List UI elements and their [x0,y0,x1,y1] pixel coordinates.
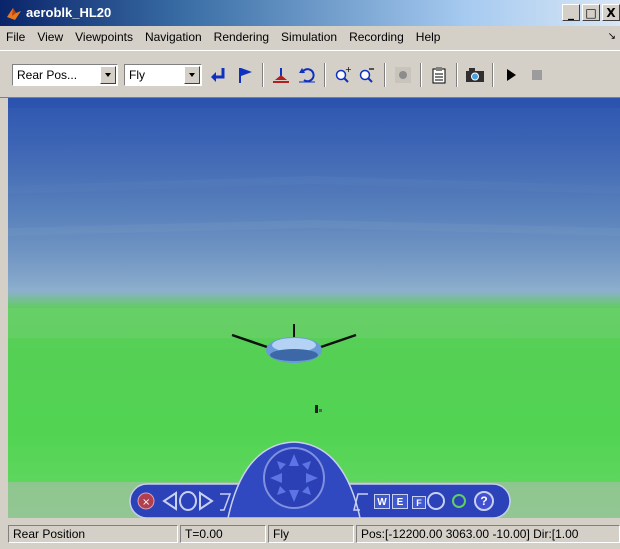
toolbar-separator [324,63,326,87]
record-icon [395,67,411,83]
menu-rendering[interactable]: Rendering [208,30,275,44]
straighten-up-icon [273,68,289,83]
vr-viewer-window: aeroblk_HL20 _ □ X File View Viewpoints … [0,0,620,549]
viewpoint-select[interactable]: Rear Pos... [12,64,118,86]
menu-viewpoints[interactable]: Viewpoints [69,30,139,44]
viewpoints-icon[interactable] [428,493,444,509]
straighten-up-button[interactable] [270,64,292,86]
chevron-down-icon[interactable] [184,66,200,84]
status-viewpoint: Rear Position [8,525,178,543]
zoom-out-icon [359,68,374,83]
toolbar-separator [456,63,458,87]
turn-left-icon[interactable] [162,492,178,510]
return-arrow-icon [211,68,225,82]
capture-frame-button[interactable] [464,64,486,86]
menu-bar: File View Viewpoints Navigation Renderin… [0,27,620,47]
title-bar[interactable]: aeroblk_HL20 _ □ X [0,0,620,26]
window-title: aeroblk_HL20 [26,5,112,20]
menu-file[interactable]: File [0,30,31,44]
close-button[interactable]: X [602,4,620,21]
toolbar-separator [262,63,264,87]
record-button[interactable] [392,64,414,86]
menu-navigation[interactable]: Navigation [139,30,208,44]
status-mode: Fly [268,525,354,543]
chevron-down-icon[interactable] [100,66,116,84]
status-position: Pos:[-12200.00 3063.00 -10.00] Dir:[1.00 [356,525,620,543]
slide-icon[interactable] [180,492,196,510]
close-navpanel-icon[interactable] [138,493,154,509]
menu-help[interactable]: Help [410,30,447,44]
toolbar-separator [384,63,386,87]
clipboard-icon [432,67,446,84]
status-time: T=0.00 [180,525,266,543]
menu-view[interactable]: View [31,30,69,44]
menu-recording[interactable]: Recording [343,30,410,44]
return-to-viewpoint-button[interactable] [208,64,230,86]
minimize-button[interactable]: _ [562,4,580,21]
zoom-in-button[interactable]: + [332,64,354,86]
menu-simulation[interactable]: Simulation [275,30,343,44]
navigation-mode-select[interactable]: Fly [124,64,202,86]
status-bar: Rear Position T=0.00 Fly Pos:[-12200.00 … [0,523,620,545]
flag-icon [239,68,252,83]
zoom-in-icon: + [335,66,352,83]
3d-viewport[interactable]: × W E F ? [8,98,620,518]
camera-icon [466,68,484,82]
play-icon [507,69,516,81]
stop-simulation-button[interactable] [526,64,548,86]
zoom-out-button[interactable] [356,64,378,86]
toolbar-separator [420,63,422,87]
toolbar-dock-arrow-icon[interactable]: ↘ [608,31,616,42]
viewpoint-select-value: Rear Pos... [17,68,78,82]
headlight-icon[interactable] [451,493,467,509]
go-to-default-viewpoint-button[interactable] [234,64,256,86]
walk-mode-button[interactable]: W [374,494,390,509]
help-icon[interactable]: ? [475,492,493,510]
examine-mode-button[interactable]: E [392,494,408,509]
maximize-button[interactable]: □ [582,4,600,21]
matlab-icon [7,8,21,20]
undo-icon [299,68,315,83]
toolbar: Rear Pos... Fly + [0,50,620,98]
svg-text:+: + [345,66,352,74]
undo-move-button[interactable] [296,64,318,86]
toolbar-separator [492,63,494,87]
block-properties-button[interactable] [428,64,450,86]
navigation-mode-select-value: Fly [129,68,145,82]
fly-mode-button[interactable]: F [412,496,426,509]
start-simulation-button[interactable] [500,64,522,86]
navigation-wheel[interactable] [264,448,324,508]
turn-right-icon[interactable] [198,492,214,510]
stop-icon [532,70,542,80]
